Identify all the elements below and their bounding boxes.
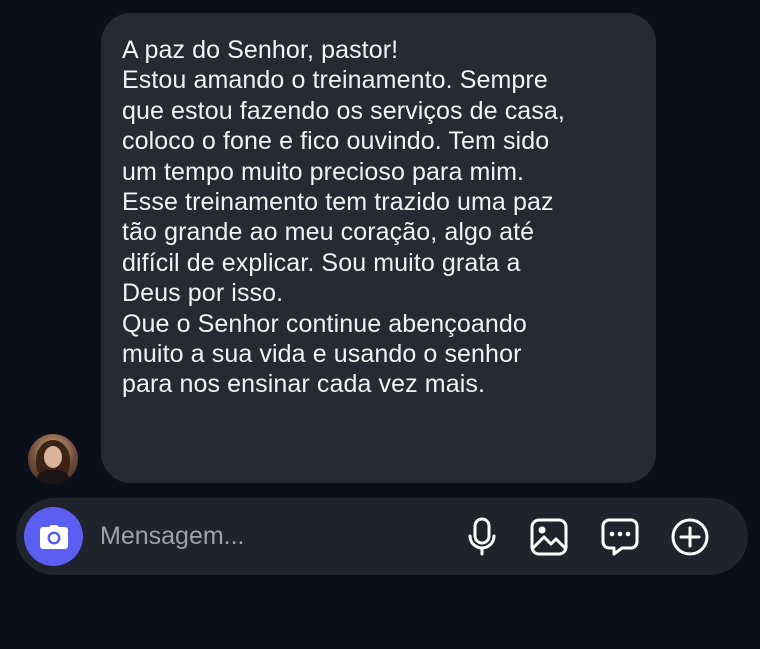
camera-icon bbox=[39, 524, 68, 549]
avatar-body bbox=[37, 470, 69, 484]
message-line: Deus por isso. bbox=[122, 279, 284, 308]
received-message-bubble[interactable]: A paz do Senhor, pastor! Estou amando o … bbox=[101, 13, 656, 483]
image-icon bbox=[530, 518, 568, 556]
microphone-icon bbox=[468, 517, 496, 556]
sender-avatar[interactable] bbox=[28, 434, 78, 484]
camera-button[interactable] bbox=[24, 507, 83, 566]
message-line: tão grande ao meu coração, algo até bbox=[122, 218, 535, 247]
message-line: coloco o fone e fico ouvindo. Tem sido bbox=[122, 127, 550, 156]
message-line: A paz do Senhor, pastor! bbox=[122, 36, 399, 64]
message-line: Que o Senhor continue abençoando bbox=[122, 309, 527, 338]
chat-screen: A paz do Senhor, pastor! Estou amando o … bbox=[0, 0, 760, 649]
message-line: que estou fazendo os serviços de casa, bbox=[122, 96, 565, 125]
plus-circle-icon bbox=[671, 518, 709, 556]
message-line: difícil de explicar. Sou muito grata a bbox=[122, 248, 521, 277]
message-input[interactable]: Mensagem... bbox=[100, 520, 245, 552]
message-line: Esse treinamento tem trazido uma paz bbox=[122, 188, 554, 217]
message-line: Estou amando o treinamento. Sempre bbox=[122, 66, 548, 95]
more-options-button[interactable] bbox=[668, 515, 712, 559]
message-composer: Mensagem... bbox=[16, 498, 748, 575]
message-line: para nos ensinar cada vez mais. bbox=[122, 370, 486, 399]
microphone-button[interactable] bbox=[460, 515, 504, 559]
sticker-button[interactable] bbox=[598, 515, 642, 559]
message-line: muito a sua vida e usando o senhor bbox=[122, 340, 522, 369]
avatar-face bbox=[44, 446, 62, 468]
message-line: um tempo muito precioso para mim. bbox=[122, 157, 525, 186]
chat-bubble-icon bbox=[601, 518, 639, 556]
gallery-button[interactable] bbox=[527, 515, 571, 559]
